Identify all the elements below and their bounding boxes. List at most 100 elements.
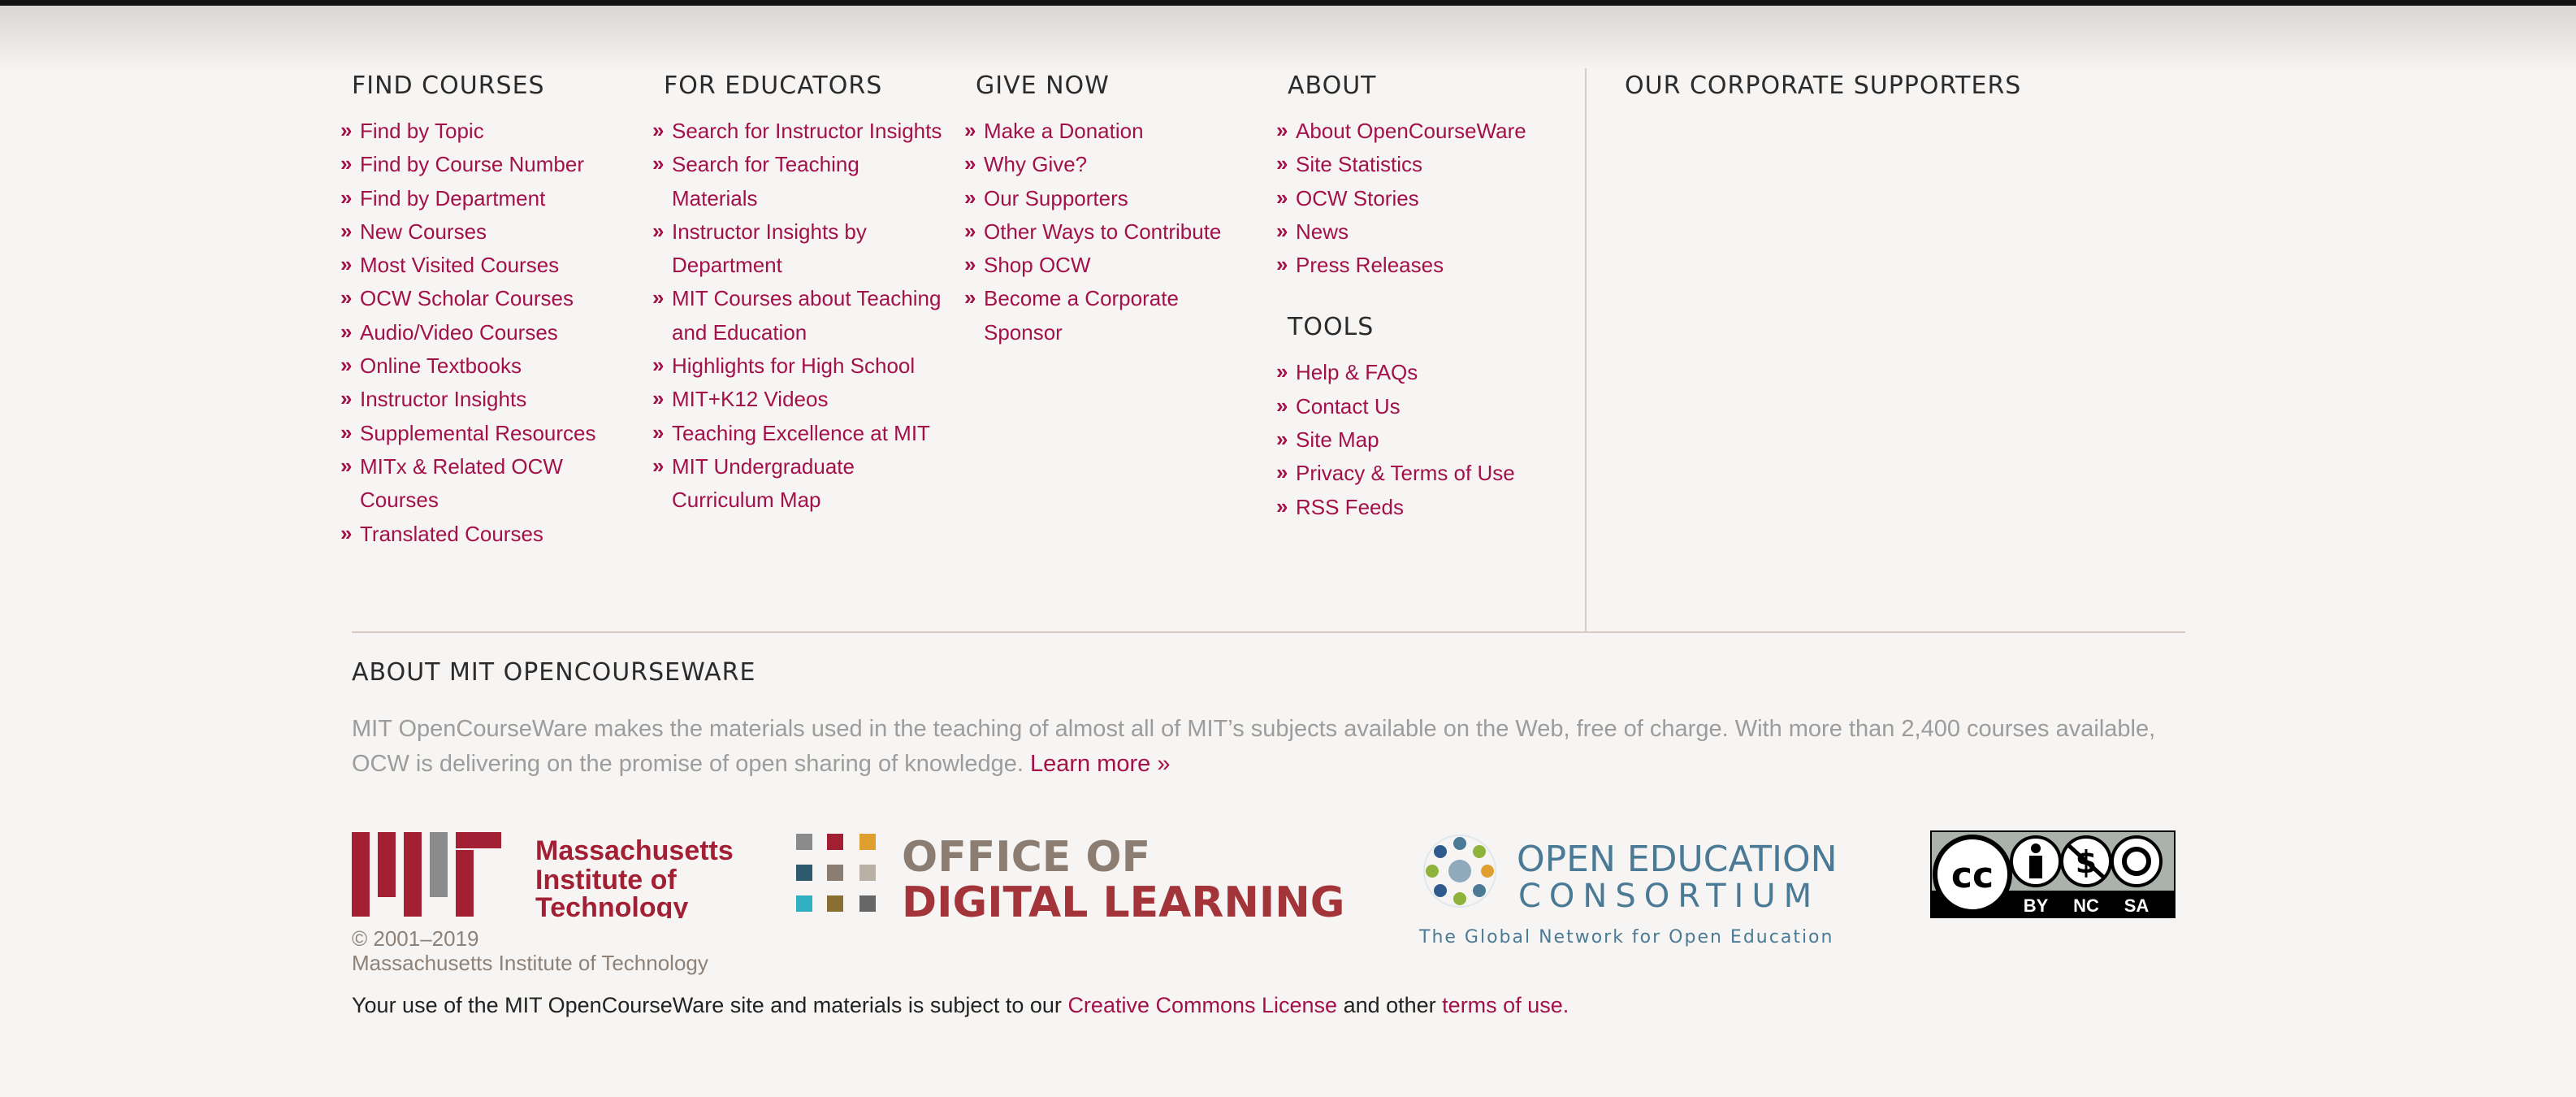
link-online-textbooks[interactable]: » Online Textbooks bbox=[340, 349, 596, 383]
link-site-statistics[interactable]: » Site Statistics bbox=[1276, 148, 1526, 181]
link-about-ocw[interactable]: » About OpenCourseWare bbox=[1276, 115, 1526, 148]
terms-of-use-link[interactable]: terms of use bbox=[1442, 993, 1563, 1017]
terms-notice: Your use of the MIT OpenCourseWare site … bbox=[352, 993, 1569, 1018]
link-why-give[interactable]: » Why Give? bbox=[964, 148, 1221, 181]
learn-more-link[interactable]: Learn more » bbox=[1030, 751, 1171, 777]
svg-text:cc: cc bbox=[1951, 855, 1994, 896]
mit-logo[interactable]: Massachusetts Institute of Technology bbox=[352, 830, 734, 923]
link-help-faqs[interactable]: » Help & FAQs bbox=[1276, 356, 1526, 389]
vertical-divider bbox=[1585, 68, 1587, 632]
tools-heading: TOOLS bbox=[1288, 313, 1375, 342]
link-undergraduate-curriculum-map-cont[interactable]: Curriculum Map bbox=[664, 483, 942, 517]
mit-logo-mark: Massachusetts Institute of Technology bbox=[352, 832, 734, 923]
link-other-ways-contribute[interactable]: » Other Ways to Contribute bbox=[964, 215, 1221, 249]
creative-commons-badge[interactable]: cc $ BY NC SA bbox=[1930, 830, 2176, 922]
link-most-visited-courses[interactable]: » Most Visited Courses bbox=[340, 249, 596, 282]
double-chevron-icon: » bbox=[1276, 427, 1288, 452]
link-search-teaching-materials[interactable]: » Search for Teaching bbox=[652, 148, 942, 181]
find-courses-heading: FIND COURSES bbox=[352, 72, 545, 100]
link-instructor-insights[interactable]: » Instructor Insights bbox=[340, 383, 596, 416]
link-rss-feeds[interactable]: » RSS Feeds bbox=[1276, 491, 1526, 524]
link-find-by-course-number[interactable]: » Find by Course Number bbox=[340, 148, 596, 181]
link-search-teaching-materials-cont[interactable]: Materials bbox=[664, 182, 942, 215]
double-chevron-icon: » bbox=[340, 319, 353, 344]
double-chevron-icon: » bbox=[340, 386, 353, 411]
double-chevron-icon: » bbox=[964, 151, 976, 176]
link-ocw-stories[interactable]: » OCW Stories bbox=[1276, 182, 1526, 215]
link-privacy-terms[interactable]: » Privacy & Terms of Use bbox=[1276, 457, 1526, 490]
svg-text:The Global Network for Open Ed: The Global Network for Open Education bbox=[1418, 927, 1834, 947]
link-undergraduate-curriculum-map[interactable]: » MIT Undergraduate bbox=[652, 450, 942, 483]
link-mitx-related-ocw[interactable]: » MITx & Related OCW bbox=[340, 450, 596, 483]
link-search-instructor-insights[interactable]: » Search for Instructor Insights bbox=[652, 115, 942, 148]
double-chevron-icon: » bbox=[340, 520, 353, 545]
link-our-supporters[interactable]: » Our Supporters bbox=[964, 182, 1221, 215]
double-chevron-icon: » bbox=[652, 419, 665, 444]
copyright-org: Massachusetts Institute of Technology bbox=[352, 951, 708, 975]
link-news[interactable]: » News bbox=[1276, 215, 1526, 249]
double-chevron-icon: » bbox=[652, 386, 665, 411]
svg-text:Institute of: Institute of bbox=[535, 865, 677, 895]
link-contact-us[interactable]: » Contact Us bbox=[1276, 390, 1526, 423]
double-chevron-icon: » bbox=[1276, 493, 1288, 518]
double-chevron-icon: » bbox=[340, 118, 353, 142]
corporate-supporters-column: OUR CORPORATE SUPPORTERS bbox=[1625, 72, 2021, 100]
double-chevron-icon: » bbox=[1276, 392, 1288, 418]
double-chevron-icon: » bbox=[340, 419, 353, 444]
double-chevron-icon: » bbox=[1276, 252, 1288, 277]
link-make-donation[interactable]: » Make a Donation bbox=[964, 115, 1221, 148]
for-educators-column: FOR EDUCATORS » Search for Instructor Ins… bbox=[652, 72, 942, 518]
link-highlights-high-school[interactable]: » Highlights for High School bbox=[652, 349, 942, 383]
about-heading: ABOUT bbox=[1288, 72, 1377, 100]
double-chevron-icon: » bbox=[652, 285, 665, 310]
link-mit-courses-about-teaching-cont[interactable]: and Education bbox=[664, 316, 942, 349]
oec-logo[interactable]: OPEN EDUCATION CONSORTIUM The Global Net… bbox=[1418, 829, 1848, 955]
creative-commons-license-link[interactable]: Creative Commons License bbox=[1067, 993, 1337, 1017]
give-now-heading: GIVE NOW bbox=[976, 72, 1110, 100]
about-ocw-text: MIT OpenCourseWare makes the materials u… bbox=[352, 712, 2171, 782]
double-chevron-icon: » bbox=[1276, 184, 1288, 210]
link-become-corporate-sponsor[interactable]: » Become a Corporate bbox=[964, 282, 1221, 315]
link-instructor-insights-by-department[interactable]: » Instructor Insights by bbox=[652, 215, 942, 249]
copyright: © 2001–2019 Massachusetts Institute of T… bbox=[352, 926, 708, 975]
link-mit-k12-videos[interactable]: » MIT+K12 Videos bbox=[652, 383, 942, 416]
double-chevron-icon: » bbox=[964, 184, 976, 210]
odl-logo-mark: OFFICE OF DIGITAL LEARNING bbox=[796, 833, 1344, 927]
find-courses-column: FIND COURSES » Find by Topic » Find by Cou… bbox=[340, 72, 596, 551]
svg-text:DIGITAL LEARNING: DIGITAL LEARNING bbox=[902, 878, 1344, 920]
svg-text:OFFICE OF: OFFICE OF bbox=[902, 833, 1150, 882]
link-find-by-department[interactable]: » Find by Department bbox=[340, 182, 596, 215]
double-chevron-icon: » bbox=[1276, 359, 1288, 384]
double-chevron-icon: » bbox=[652, 453, 665, 478]
svg-text:SA: SA bbox=[2124, 895, 2150, 916]
link-supplemental-resources[interactable]: » Supplemental Resources bbox=[340, 417, 596, 450]
double-chevron-icon: » bbox=[964, 285, 976, 310]
double-chevron-icon: » bbox=[1276, 218, 1288, 243]
double-chevron-icon: » bbox=[652, 151, 665, 176]
link-find-by-topic[interactable]: » Find by Topic bbox=[340, 115, 596, 148]
link-translated-courses[interactable]: » Translated Courses bbox=[340, 518, 596, 551]
link-audio-video-courses[interactable]: » Audio/Video Courses bbox=[340, 316, 596, 349]
oec-logo-mark: OPEN EDUCATION CONSORTIUM The Global Net… bbox=[1418, 835, 1838, 947]
double-chevron-icon: » bbox=[340, 151, 353, 176]
copyright-years: © 2001–2019 bbox=[352, 926, 479, 951]
link-instructor-insights-by-department-cont[interactable]: Department bbox=[664, 249, 942, 282]
svg-text:BY: BY bbox=[2024, 895, 2049, 916]
link-become-corporate-sponsor-cont[interactable]: Sponsor bbox=[976, 316, 1221, 349]
link-mitx-related-ocw-cont[interactable]: Courses bbox=[352, 483, 596, 517]
cc-by-nc-sa-icon: cc $ BY NC SA bbox=[1930, 830, 2176, 918]
double-chevron-icon: » bbox=[652, 353, 665, 378]
link-site-map[interactable]: » Site Map bbox=[1276, 423, 1526, 457]
link-press-releases[interactable]: » Press Releases bbox=[1276, 249, 1526, 282]
link-ocw-scholar-courses[interactable]: » OCW Scholar Courses bbox=[340, 282, 596, 315]
link-teaching-excellence[interactable]: » Teaching Excellence at MIT bbox=[652, 417, 942, 450]
double-chevron-icon: » bbox=[340, 218, 353, 243]
double-chevron-icon: » bbox=[1276, 118, 1288, 142]
horizontal-divider bbox=[352, 631, 2185, 633]
link-new-courses[interactable]: » New Courses bbox=[340, 215, 596, 249]
double-chevron-icon: » bbox=[652, 218, 665, 243]
link-shop-ocw[interactable]: » Shop OCW bbox=[964, 249, 1221, 282]
link-mit-courses-about-teaching[interactable]: » MIT Courses about Teaching bbox=[652, 282, 942, 315]
odl-logo[interactable]: OFFICE OF DIGITAL LEARNING bbox=[794, 830, 1363, 927]
double-chevron-icon: » bbox=[340, 184, 353, 210]
